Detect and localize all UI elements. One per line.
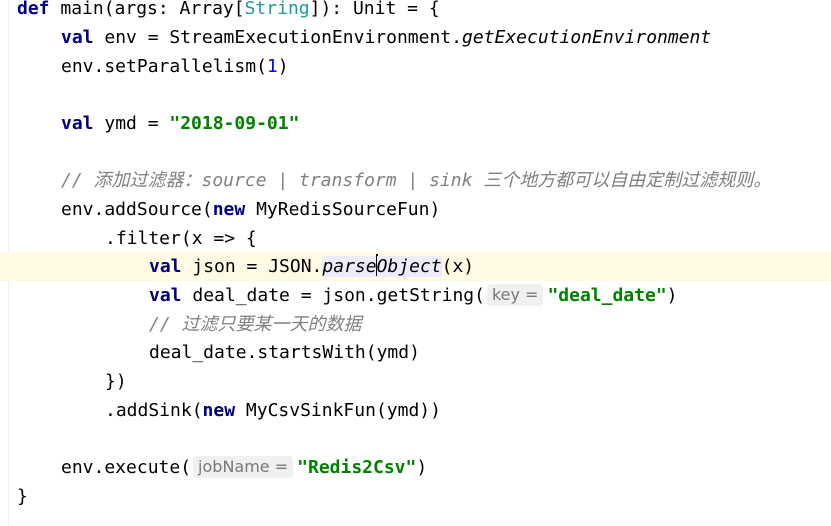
code-text: } (17, 486, 28, 507)
code-text: main(args: Array[ (49, 0, 245, 19)
code-line-13[interactable]: deal_date.startsWith(ymd) (149, 338, 420, 367)
code-text: deal_date.startsWith(ymd) (149, 342, 420, 363)
code-text: ) (666, 285, 678, 306)
code-line-18[interactable]: } (17, 482, 28, 511)
code-text: .addSink( (105, 400, 203, 421)
code-line-11[interactable]: val deal_date = json.getString(key = "dea… (149, 281, 678, 310)
method-name-highlight: Object (376, 256, 442, 277)
code-line-15[interactable]: .addSink(new MyCsvSinkFun(ymd)) (105, 396, 441, 425)
keyword: def (17, 0, 50, 19)
method-name-highlight: parse (322, 256, 377, 277)
code-text: }) (105, 371, 127, 392)
code-text: ymd = (93, 113, 170, 134)
code-line-8[interactable]: env.addSource(new MyRedisSourceFun) (61, 195, 440, 224)
type-parameter: String (244, 0, 310, 19)
parameter-hint: jobName = (193, 456, 294, 478)
code-line-7[interactable]: // 添加过滤器：source | transform | sink 三个地方都… (61, 166, 771, 195)
code-line-9[interactable]: .filter(x => { (105, 224, 257, 253)
keyword: val (149, 285, 182, 306)
static-method: getExecutionEnvironment (461, 27, 712, 48)
code-text: MyRedisSourceFun) (245, 199, 441, 220)
code-line-14[interactable]: }) (105, 367, 127, 396)
code-line-3[interactable]: env.setParallelism(1) (61, 52, 289, 81)
string-literal: "Redis2Csv" (297, 457, 417, 478)
code-line-1[interactable]: def main(args: Array[String]): Unit = { (17, 0, 440, 23)
code-editor[interactable]: def main(args: Array[String]): Unit = { … (0, 0, 831, 526)
code-text: ]): Unit = { (309, 0, 440, 19)
code-text: env.execute( (61, 457, 192, 478)
number-literal: 1 (266, 56, 278, 77)
keyword: val (149, 256, 182, 277)
keyword: new (202, 400, 236, 421)
code-comment: // 过滤只要某一天的数据 (149, 314, 362, 335)
keyword: new (212, 199, 246, 220)
code-text: (x) (441, 256, 475, 277)
parameter-hint: key = (486, 284, 544, 306)
code-text: json = JSON. (181, 256, 323, 277)
code-line-10[interactable]: val json = JSON.parseObject(x) (149, 252, 474, 281)
string-literal: "2018-09-01" (169, 113, 300, 134)
code-line-12[interactable]: // 过滤只要某一天的数据 (149, 310, 362, 339)
keyword: val (61, 27, 94, 48)
code-line-5[interactable]: val ymd = "2018-09-01" (61, 109, 299, 138)
code-line-2[interactable]: val env = StreamExecutionEnvironment.get… (61, 23, 711, 52)
code-text: MyCsvSinkFun(ymd)) (235, 400, 441, 421)
code-comment: // 添加过滤器：source | transform | sink 三个地方都… (61, 170, 772, 191)
code-text: ) (277, 56, 289, 77)
code-text: env.setParallelism( (61, 56, 267, 77)
code-text: ) (416, 457, 428, 478)
code-text: env = StreamExecutionEnvironment. (93, 27, 462, 48)
code-text: deal_date = json.getString( (181, 285, 485, 306)
code-line-17[interactable]: env.execute(jobName = "Redis2Csv") (61, 453, 427, 482)
keyword: val (61, 113, 94, 134)
code-text: env.addSource( (61, 199, 213, 220)
code-text: .filter(x => { (105, 228, 257, 249)
string-literal: "deal_date" (547, 285, 667, 306)
